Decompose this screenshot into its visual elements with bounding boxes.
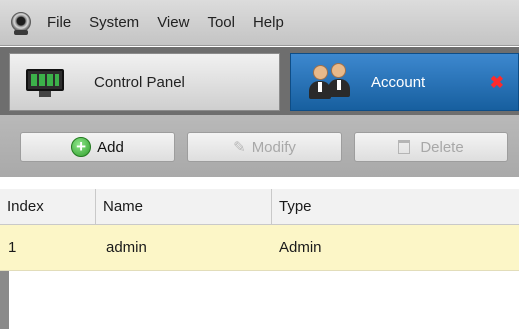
cell-name: admin bbox=[106, 239, 147, 256]
menu-tool[interactable]: Tool bbox=[207, 14, 235, 31]
column-header-type[interactable]: Type bbox=[272, 189, 519, 225]
menu-view[interactable]: View bbox=[157, 14, 189, 31]
trash-icon bbox=[398, 140, 414, 154]
tab-control-panel-label: Control Panel bbox=[94, 73, 185, 91]
add-button[interactable]: + Add bbox=[20, 132, 175, 162]
menu-bar: File System View Tool Help bbox=[0, 0, 519, 46]
pencil-icon: ✎ bbox=[233, 139, 246, 156]
modify-button-label: Modify bbox=[251, 138, 296, 156]
table-header: Index Name Type bbox=[0, 189, 519, 225]
toolbar: + Add ✎ Modify Delete bbox=[0, 115, 519, 177]
add-icon: + bbox=[71, 137, 92, 157]
left-border bbox=[0, 271, 9, 329]
tab-account-label: Account bbox=[371, 73, 426, 91]
tab-bar: Control Panel Account ✖ bbox=[0, 47, 519, 115]
monitor-icon bbox=[26, 67, 64, 97]
menu-help[interactable]: Help bbox=[253, 14, 284, 31]
users-icon bbox=[309, 62, 353, 102]
account-table: Index Name Type 1 admin Admin bbox=[0, 177, 519, 329]
modify-button[interactable]: ✎ Modify bbox=[187, 132, 342, 162]
delete-button[interactable]: Delete bbox=[354, 132, 508, 162]
table-row[interactable]: 1 admin Admin bbox=[0, 225, 519, 271]
cell-index: 1 bbox=[8, 239, 17, 256]
close-tab-icon[interactable]: ✖ bbox=[490, 74, 504, 91]
menu-system[interactable]: System bbox=[89, 14, 139, 31]
tab-account[interactable]: Account ✖ bbox=[290, 53, 519, 111]
column-header-name[interactable]: Name bbox=[96, 189, 272, 225]
delete-button-label: Delete bbox=[420, 138, 464, 156]
column-header-index[interactable]: Index bbox=[0, 189, 96, 225]
add-button-label: Add bbox=[97, 138, 124, 156]
webcam-icon bbox=[9, 11, 33, 35]
cell-type: Admin bbox=[279, 239, 322, 256]
menu-file[interactable]: File bbox=[47, 14, 71, 31]
tab-control-panel[interactable]: Control Panel bbox=[9, 53, 280, 111]
